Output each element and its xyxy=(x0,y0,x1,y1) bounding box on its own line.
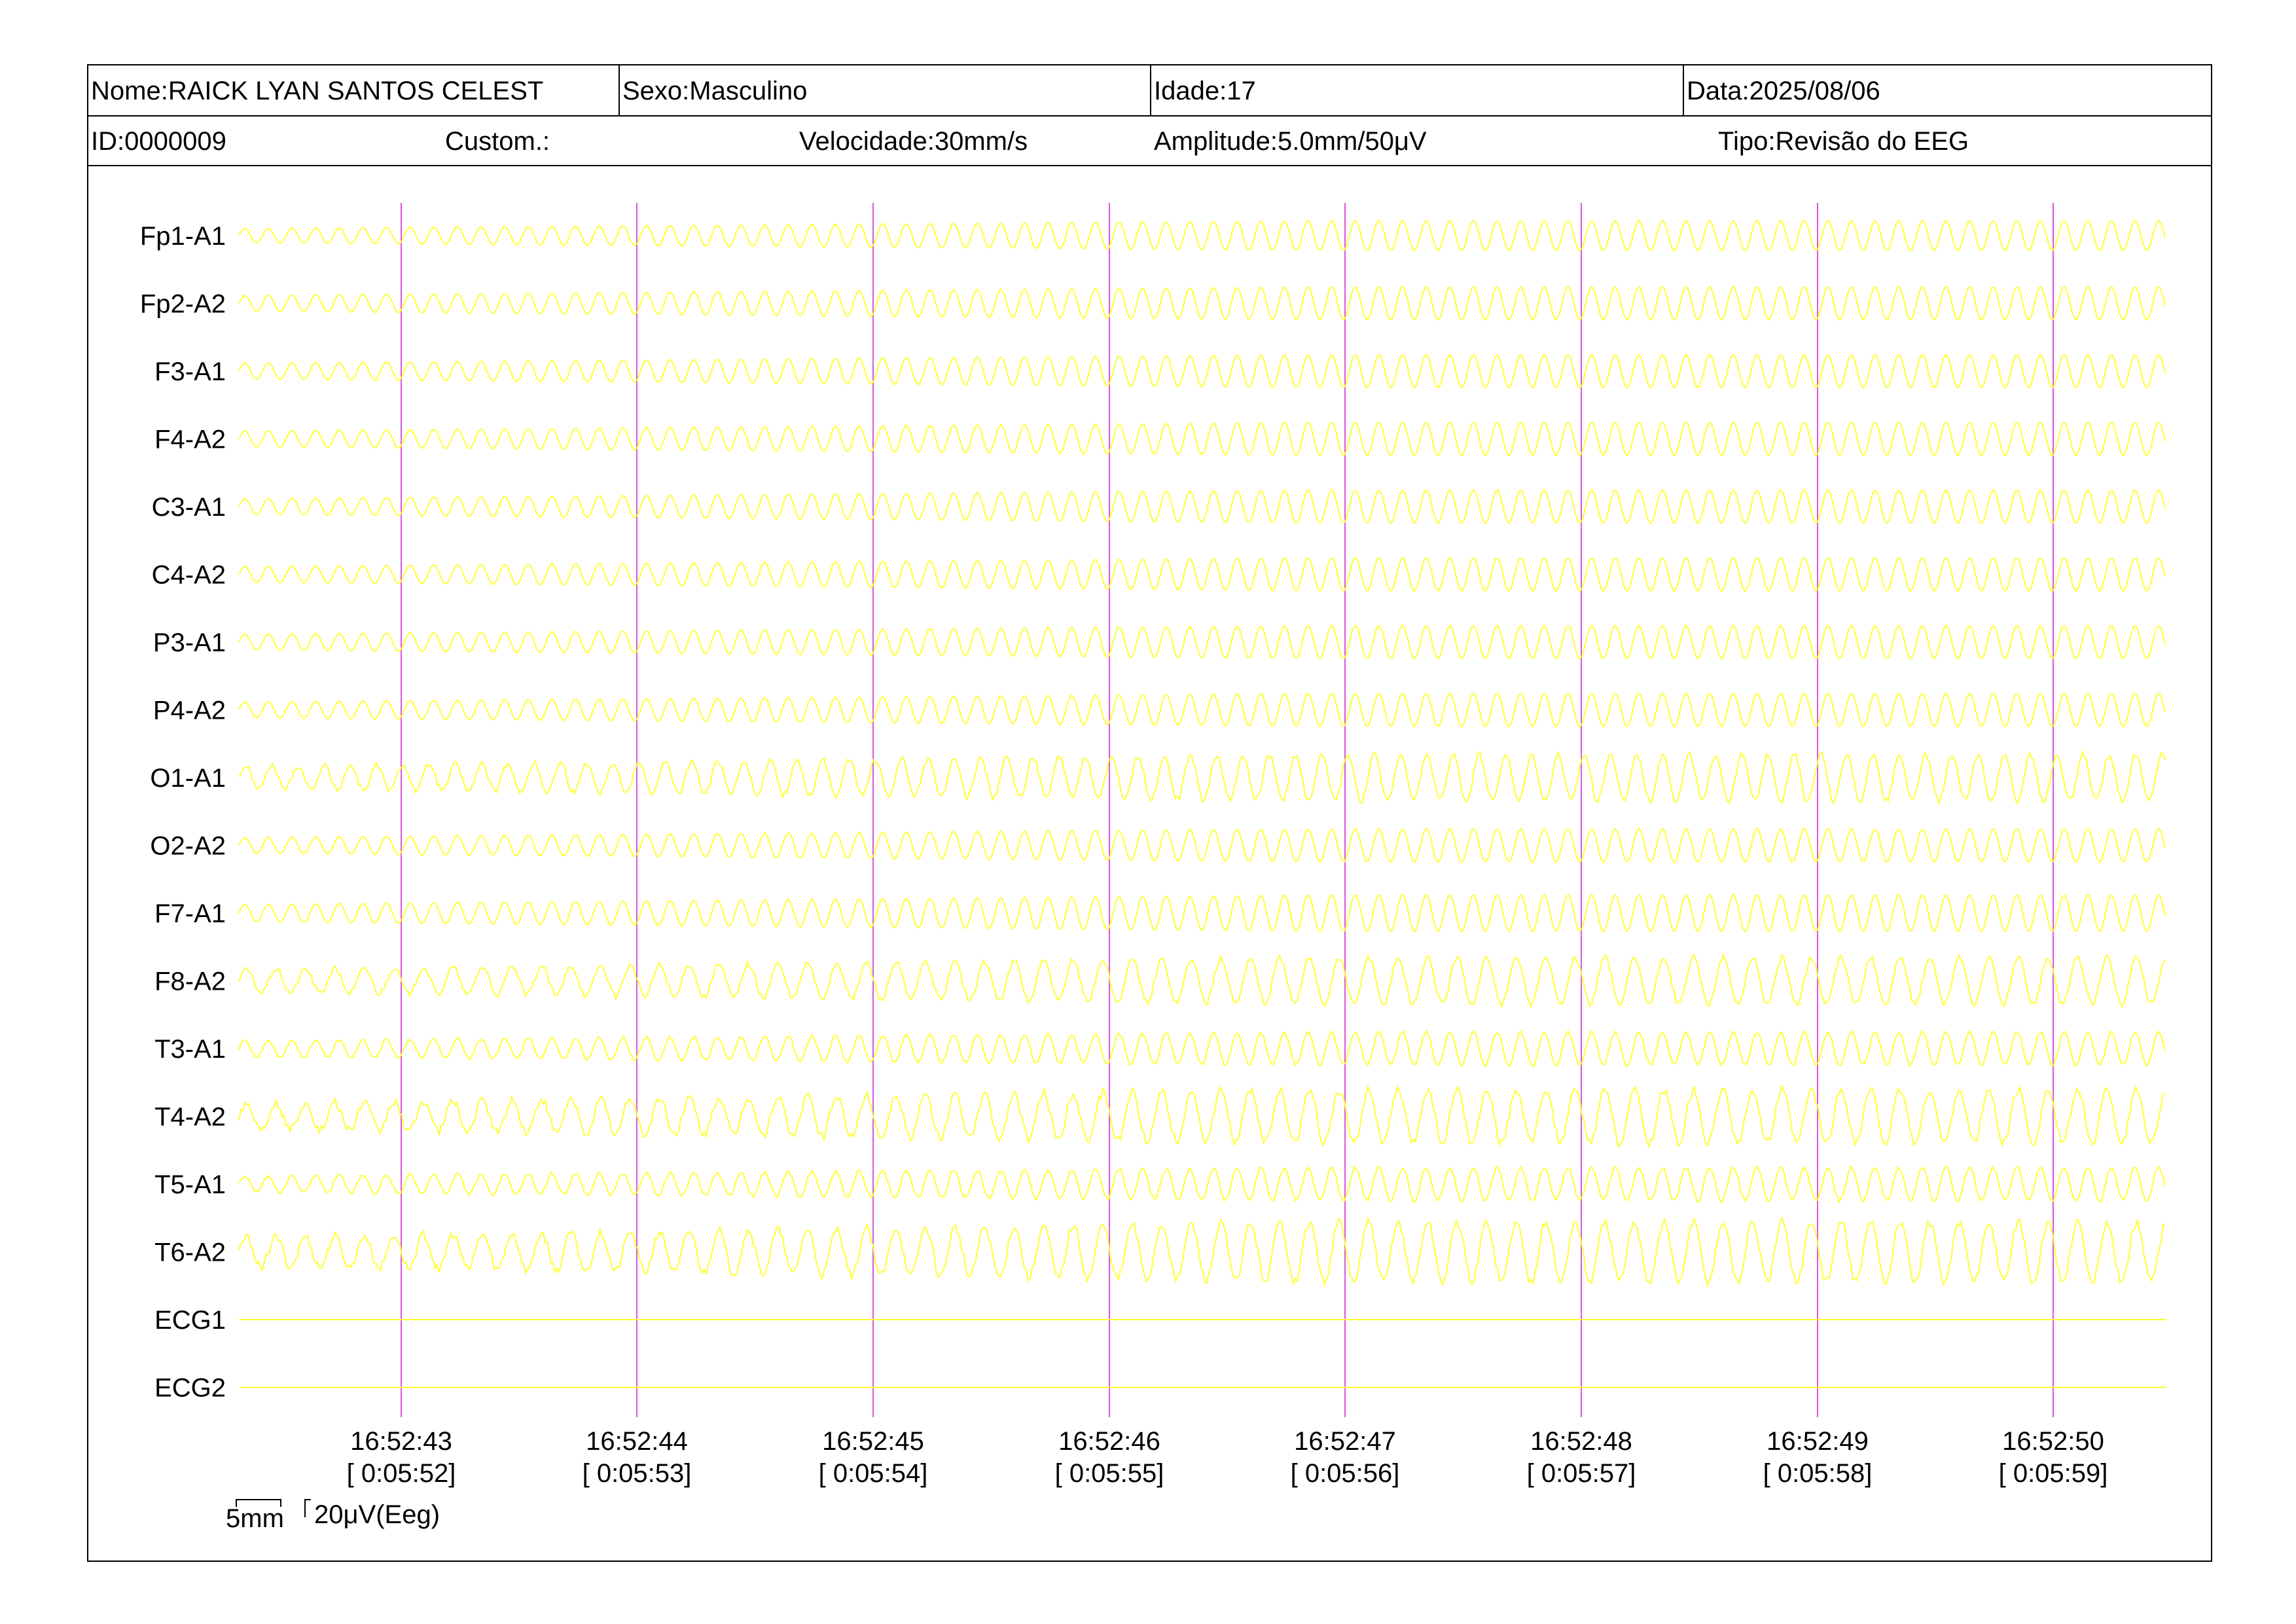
channel-label-f7-a1: F7-A1 xyxy=(154,899,226,928)
trace-o1-a1 xyxy=(238,749,2166,806)
time-elapsed-label: [ 0:05:52] xyxy=(347,1459,456,1488)
trace-t4-a2 xyxy=(238,1083,2166,1149)
channel-label-f8-a2: F8-A2 xyxy=(154,967,226,996)
channel-label-t3-a1: T3-A1 xyxy=(154,1035,226,1064)
time-clock-label: 16:52:46 xyxy=(1058,1427,1160,1456)
time-clock-label: 16:52:48 xyxy=(1530,1427,1632,1456)
time-elapsed-label: [ 0:05:55] xyxy=(1055,1459,1164,1488)
trace-t6-a2 xyxy=(238,1216,2166,1288)
trace-o2-a2 xyxy=(238,827,2166,864)
amplitude-scale-bracket xyxy=(304,1499,311,1517)
channel-label-t4-a2: T4-A2 xyxy=(154,1103,226,1132)
time-elapsed-label: [ 0:05:58] xyxy=(1763,1459,1873,1488)
channel-label-fp2-a2: Fp2-A2 xyxy=(140,290,226,319)
channel-label-f4-a2: F4-A2 xyxy=(154,425,226,454)
time-clock-label: 16:52:44 xyxy=(586,1427,688,1456)
time-elapsed-label: [ 0:05:54] xyxy=(819,1459,928,1488)
time-elapsed-label: [ 0:05:59] xyxy=(1999,1459,2108,1488)
trace-f3-a1 xyxy=(238,353,2166,389)
amplitude-scale-label: 20μV(Eeg) xyxy=(314,1500,440,1529)
channel-label-fp1-a1: Fp1-A1 xyxy=(140,222,226,251)
time-clock-label: 16:52:49 xyxy=(1767,1427,1869,1456)
trace-t3-a1 xyxy=(238,1030,2166,1068)
time-scale-label: 5mm xyxy=(226,1504,284,1533)
time-clock-label: 16:52:50 xyxy=(2002,1427,2104,1456)
channel-label-o2-a2: O2-A2 xyxy=(150,832,226,861)
trace-p4-a2 xyxy=(238,692,2166,728)
channel-label-t6-a2: T6-A2 xyxy=(154,1238,226,1267)
trace-f8-a2 xyxy=(238,953,2166,1009)
time-clock-label: 16:52:43 xyxy=(350,1427,452,1456)
trace-p3-a1 xyxy=(238,624,2166,660)
time-elapsed-label: [ 0:05:57] xyxy=(1527,1459,1636,1488)
channel-label-ecg2: ECG2 xyxy=(154,1374,226,1403)
channel-label-t5-a1: T5-A1 xyxy=(154,1170,226,1199)
channel-label-p3-a1: P3-A1 xyxy=(153,628,226,657)
channel-label-f3-a1: F3-A1 xyxy=(154,357,226,386)
channel-label-c3-a1: C3-A1 xyxy=(152,493,226,522)
channel-label-ecg1: ECG1 xyxy=(154,1306,226,1335)
time-elapsed-label: [ 0:05:53] xyxy=(583,1459,692,1488)
trace-c4-a2 xyxy=(238,556,2166,592)
trace-c3-a1 xyxy=(238,489,2166,524)
time-clock-label: 16:52:47 xyxy=(1294,1427,1396,1456)
time-elapsed-label: [ 0:05:56] xyxy=(1291,1459,1400,1488)
channel-label-p4-a2: P4-A2 xyxy=(153,696,226,725)
channel-label-c4-a2: C4-A2 xyxy=(152,561,226,590)
trace-f7-a1 xyxy=(238,893,2166,933)
trace-f4-a2 xyxy=(238,421,2166,457)
channel-label-o1-a1: O1-A1 xyxy=(150,764,226,793)
eeg-trace-area: Fp1-A1 Fp2-A2 F3-A1 F4-A2 C3-A1 C4-A2 P3-A1 P4-… xyxy=(140,203,2166,1488)
trace-t5-a1 xyxy=(238,1164,2166,1204)
trace-fp1-a1 xyxy=(238,219,2166,252)
time-clock-label: 16:52:45 xyxy=(822,1427,924,1456)
trace-fp2-a2 xyxy=(238,285,2166,321)
